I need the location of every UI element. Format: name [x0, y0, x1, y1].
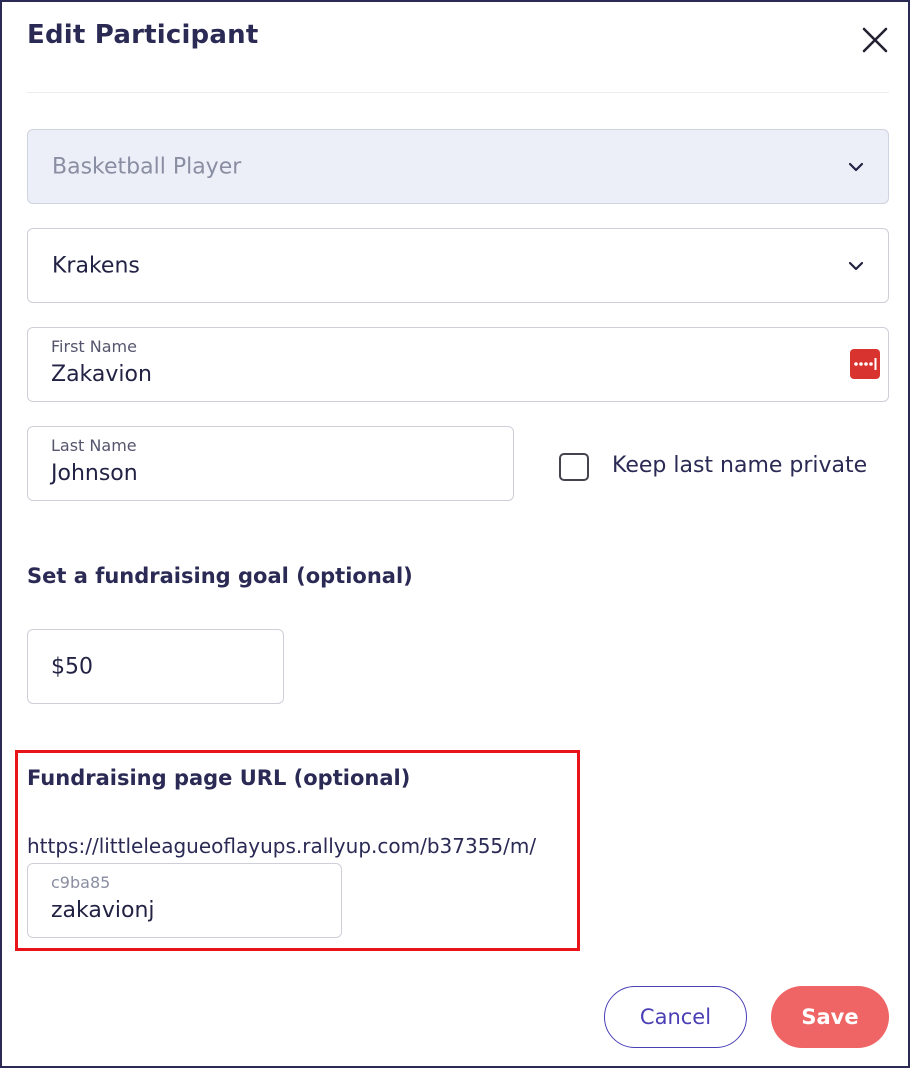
- last-name-label: Last Name: [51, 436, 137, 455]
- header-divider: [27, 92, 889, 93]
- fundraising-url-heading: Fundraising page URL (optional): [27, 766, 411, 790]
- fundraising-goal-input[interactable]: $50: [27, 629, 284, 704]
- cancel-button[interactable]: Cancel: [604, 986, 747, 1048]
- chevron-down-icon: [848, 162, 864, 171]
- last-name-value: Johnson: [51, 461, 138, 486]
- first-name-field[interactable]: First Name Zakavion: [27, 327, 889, 402]
- password-manager-icon[interactable]: [850, 349, 880, 379]
- fundraising-url-prefix: https://littleleagueoflayups.rallyup.com…: [27, 834, 537, 858]
- first-name-label: First Name: [51, 337, 137, 356]
- dialog-title: Edit Participant: [27, 20, 259, 50]
- first-name-value: Zakavion: [51, 362, 152, 387]
- fundraising-url-slug-value: zakavionj: [51, 898, 155, 923]
- role-select[interactable]: Basketball Player: [27, 129, 889, 204]
- fundraising-url-slug-input[interactable]: c9ba85 zakavionj: [27, 863, 342, 938]
- fundraising-url-slug-placeholder: c9ba85: [51, 873, 111, 892]
- edit-participant-dialog: Edit Participant Basketball Player Krake…: [0, 0, 910, 1068]
- keep-last-name-private-label[interactable]: Keep last name private: [612, 453, 867, 478]
- role-select-value: Basketball Player: [52, 154, 242, 179]
- chevron-down-icon: [848, 261, 864, 270]
- team-select-value: Krakens: [52, 253, 140, 278]
- last-name-field[interactable]: Last Name Johnson: [27, 426, 514, 501]
- close-button[interactable]: [859, 24, 891, 56]
- fundraising-goal-value: $50: [51, 654, 93, 679]
- fundraising-goal-heading: Set a fundraising goal (optional): [27, 564, 413, 588]
- team-select[interactable]: Krakens: [27, 228, 889, 303]
- close-icon: [862, 27, 888, 53]
- keep-last-name-private-checkbox[interactable]: [559, 453, 589, 481]
- save-button[interactable]: Save: [771, 986, 889, 1048]
